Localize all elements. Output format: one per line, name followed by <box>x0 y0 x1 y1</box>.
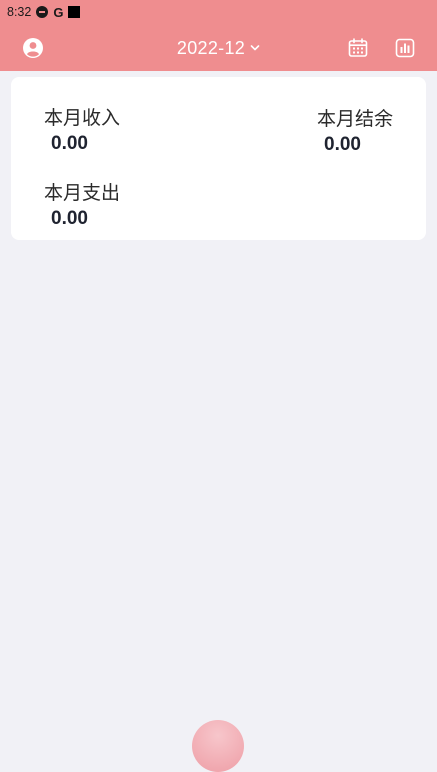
income-label: 本月收入 <box>44 107 121 129</box>
status-bar: 8:32 G <box>0 0 437 24</box>
current-month: 2022-12 <box>176 37 246 58</box>
income-value: 0.00 <box>51 133 88 154</box>
statistics-button[interactable] <box>394 37 416 59</box>
monthly-summary-card: 本月收入 0.00 本月结余 0.00 本月支出 0.00 <box>11 77 426 240</box>
account-button[interactable] <box>22 37 44 59</box>
add-record-button[interactable] <box>192 720 244 772</box>
expense-stat: 本月支出 0.00 <box>44 178 120 230</box>
google-g-icon: G <box>53 4 64 20</box>
square-icon <box>68 6 81 18</box>
expense-label: 本月支出 <box>44 182 121 204</box>
calendar-button[interactable] <box>347 37 369 59</box>
chevron-down-icon <box>250 45 260 51</box>
calendar-icon <box>348 38 368 57</box>
balance-value: 0.00 <box>324 134 361 155</box>
account-circle-icon <box>23 38 43 58</box>
income-stat: 本月收入 0.00 <box>44 103 120 155</box>
month-picker[interactable]: 2022-12 <box>160 34 277 62</box>
circle-badge-icon <box>36 6 49 18</box>
status-time: 8:32 <box>7 5 32 19</box>
expense-value: 0.00 <box>51 208 88 229</box>
app-header: 2022-12 <box>0 24 437 71</box>
balance-stat: 本月结余 0.00 <box>317 104 393 156</box>
bar-chart-icon <box>395 38 415 58</box>
balance-label: 本月结余 <box>317 108 394 130</box>
